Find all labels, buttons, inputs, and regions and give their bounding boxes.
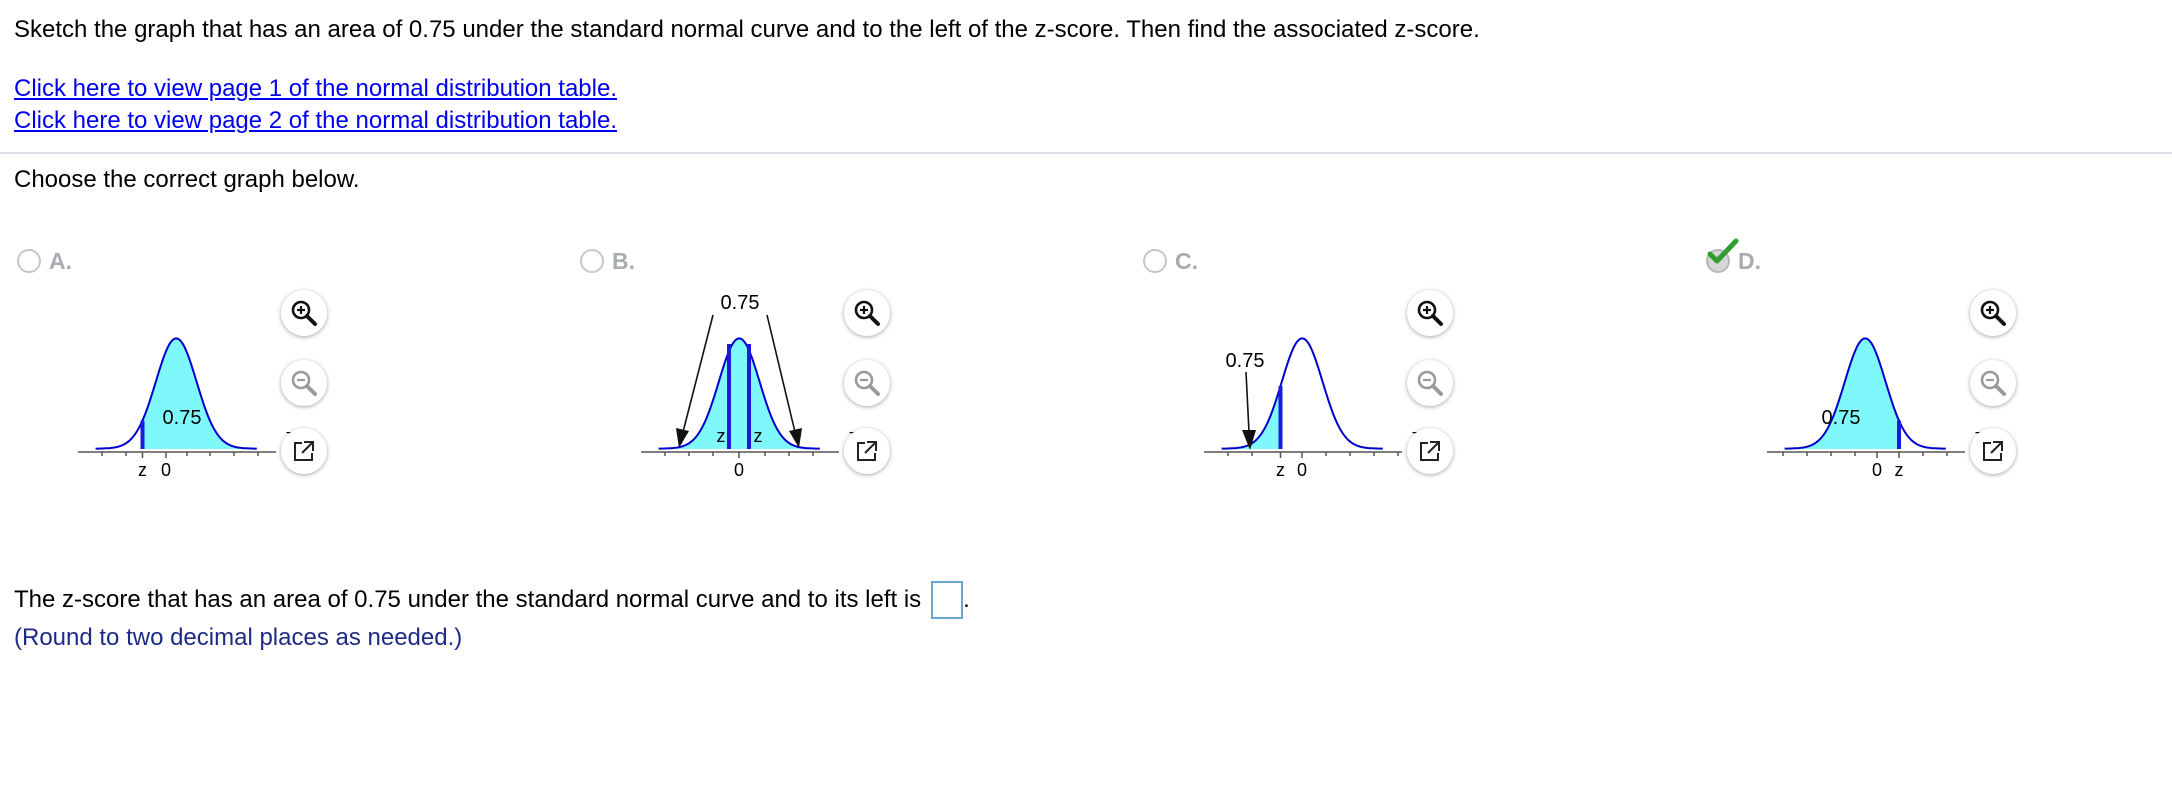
- instruction-text: Choose the correct graph below.: [14, 166, 360, 193]
- option-b-zoom-out-button[interactable]: [844, 360, 890, 406]
- option-d-tick-label: z: [1895, 460, 1904, 480]
- option-d-area-label: 0.75: [1822, 407, 1861, 429]
- option-b-radio[interactable]: [580, 249, 604, 273]
- option-c-tick-label: 0: [1297, 460, 1307, 480]
- table-links: Click here to view page 1 of the normal …: [14, 73, 617, 137]
- option-b-popout-button[interactable]: [844, 428, 890, 474]
- table-page-2-link[interactable]: Click here to view page 2 of the normal …: [14, 105, 617, 137]
- popout-icon: [294, 441, 314, 461]
- popout-icon: [1983, 441, 2003, 461]
- table-page-1-link[interactable]: Click here to view page 1 of the normal …: [14, 73, 617, 105]
- option-c: C. 0.75 z z 0: [1140, 242, 1660, 562]
- option-b-area-label: 0.75: [721, 292, 760, 314]
- zoom-out-icon: [1417, 370, 1443, 396]
- option-b-marker-label: z: [717, 426, 726, 446]
- option-b-graph: 0.75 z z z 0: [641, 292, 858, 480]
- option-c-zoom-out-button[interactable]: [1407, 360, 1453, 406]
- zoom-in-icon: [854, 300, 880, 326]
- option-b-letter: B.: [612, 247, 635, 274]
- option-a-radio[interactable]: [17, 249, 41, 273]
- question-text: Sketch the graph that has an area of 0.7…: [14, 16, 1480, 43]
- zoom-in-icon: [291, 300, 317, 326]
- option-a-letter: A.: [49, 247, 72, 274]
- option-b: B. 0.75 z z z 0: [577, 242, 1097, 562]
- option-c-area-label: 0.75: [1226, 350, 1265, 372]
- option-c-graph: 0.75 z z 0: [1204, 337, 1421, 480]
- option-b-marker-label: z: [754, 426, 763, 446]
- answer-line: The z-score that has an area of 0.75 und…: [14, 581, 970, 619]
- zoom-out-icon: [1980, 370, 2006, 396]
- option-d-zoom-in-button[interactable]: [1970, 290, 2016, 336]
- zoom-out-icon: [291, 370, 317, 396]
- option-c-popout-button[interactable]: [1407, 428, 1453, 474]
- rounding-hint: (Round to two decimal places as needed.): [14, 624, 463, 651]
- option-d-graph: 0.75 z 0 z: [1767, 337, 1984, 480]
- option-b-tick-label: 0: [734, 460, 744, 480]
- option-c-radio[interactable]: [1143, 249, 1167, 273]
- zoom-in-icon: [1980, 300, 2006, 326]
- option-a-tick-label: 0: [161, 460, 171, 480]
- option-d-popout-button[interactable]: [1970, 428, 2016, 474]
- option-a: A. 0.75 z z 0: [14, 242, 534, 562]
- popout-icon: [1420, 441, 1440, 461]
- option-d-letter: D.: [1738, 247, 1761, 274]
- option-d-tick-label: 0: [1872, 460, 1882, 480]
- option-a-graph: 0.75 z z 0: [78, 337, 295, 480]
- option-c-zoom-in-button[interactable]: [1407, 290, 1453, 336]
- option-d: D. 0.75 z 0 z: [1703, 238, 2172, 562]
- option-c-letter: C.: [1175, 247, 1198, 274]
- popout-icon: [857, 441, 877, 461]
- option-d-radio[interactable]: [1706, 238, 1739, 273]
- answer-prompt: The z-score that has an area of 0.75 und…: [14, 586, 922, 613]
- z-score-answer-input[interactable]: [931, 581, 964, 619]
- option-d-zoom-out-button[interactable]: [1970, 360, 2016, 406]
- zoom-out-icon: [854, 370, 880, 396]
- option-a-area-label: 0.75: [163, 407, 202, 429]
- checkmark-icon: [1707, 238, 1739, 264]
- option-c-arrow: [1245, 371, 1250, 433]
- option-b-zoom-in-button[interactable]: [844, 290, 890, 336]
- divider: [0, 152, 2172, 154]
- option-c-tick-label: z: [1276, 460, 1285, 480]
- option-a-zoom-out-button[interactable]: [281, 360, 327, 406]
- option-a-tick-label: z: [138, 460, 147, 480]
- zoom-in-icon: [1417, 300, 1443, 326]
- answer-suffix: .: [963, 586, 970, 613]
- option-a-popout-button[interactable]: [281, 428, 327, 474]
- option-a-zoom-in-button[interactable]: [281, 290, 327, 336]
